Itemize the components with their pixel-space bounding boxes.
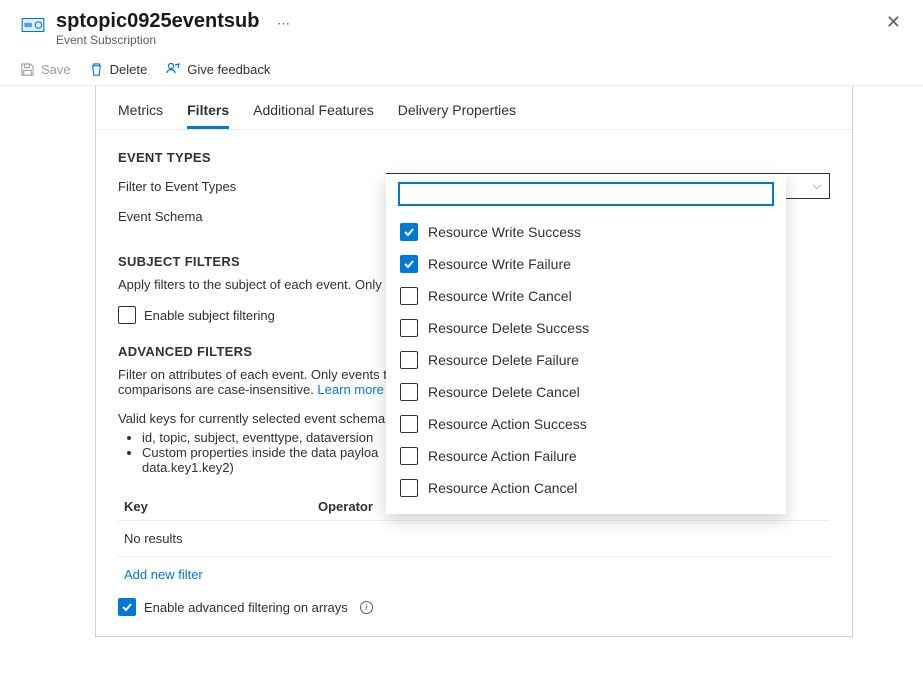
dropdown-option-checkbox[interactable] bbox=[400, 223, 418, 241]
feedback-icon bbox=[165, 61, 181, 77]
tab-filters[interactable]: Filters bbox=[187, 96, 229, 129]
dropdown-option-checkbox[interactable] bbox=[400, 287, 418, 305]
dropdown-option[interactable]: Resource Action Success bbox=[398, 408, 774, 440]
enable-subject-filtering-label: Enable subject filtering bbox=[144, 308, 275, 323]
dropdown-option[interactable]: Resource Delete Cancel bbox=[398, 376, 774, 408]
more-icon[interactable]: ⋯ bbox=[277, 16, 291, 31]
tab-additional-features[interactable]: Additional Features bbox=[253, 96, 374, 129]
dropdown-option-label: Resource Write Success bbox=[428, 224, 581, 240]
dropdown-option-label: Resource Action Success bbox=[428, 416, 587, 432]
event-schema-label: Event Schema bbox=[118, 209, 386, 224]
col-key: Key bbox=[118, 499, 318, 514]
dropdown-option[interactable]: Resource Delete Success bbox=[398, 312, 774, 344]
dropdown-option-label: Resource Write Failure bbox=[428, 256, 571, 272]
tab-delivery-properties[interactable]: Delivery Properties bbox=[398, 96, 516, 129]
dropdown-option-label: Resource Delete Failure bbox=[428, 352, 579, 368]
dropdown-option[interactable]: Resource Write Success bbox=[398, 216, 774, 248]
filter-to-event-types-label: Filter to Event Types bbox=[118, 179, 386, 194]
dropdown-option-label: Resource Delete Cancel bbox=[428, 384, 580, 400]
dropdown-option-label: Resource Write Cancel bbox=[428, 288, 572, 304]
chevron-down-icon: ⌵ bbox=[813, 180, 821, 193]
enable-advanced-arrays-row[interactable]: Enable advanced filtering on arrays i bbox=[118, 598, 830, 616]
dropdown-option[interactable]: Resource Write Cancel bbox=[398, 280, 774, 312]
dropdown-option-checkbox[interactable] bbox=[400, 383, 418, 401]
close-icon[interactable]: ✕ bbox=[884, 10, 903, 35]
page-subtitle: Event Subscription bbox=[56, 33, 884, 47]
delete-icon bbox=[89, 62, 104, 77]
dropdown-option[interactable]: Resource Action Cancel bbox=[398, 472, 774, 504]
feedback-button[interactable]: Give feedback bbox=[165, 59, 270, 79]
dropdown-option[interactable]: Resource Delete Failure bbox=[398, 344, 774, 376]
main-panel: Metrics Filters Additional Features Deli… bbox=[95, 86, 853, 637]
add-new-filter-link[interactable]: Add new filter bbox=[118, 557, 209, 598]
page-header: sptopic0925eventsub ⋯ Event Subscription… bbox=[0, 0, 923, 51]
filter-grid-empty: No results bbox=[118, 521, 830, 557]
dropdown-option-label: Resource Action Failure bbox=[428, 448, 577, 464]
delete-button[interactable]: Delete bbox=[89, 60, 148, 79]
enable-advanced-arrays-label: Enable advanced filtering on arrays bbox=[144, 600, 348, 615]
tab-metrics[interactable]: Metrics bbox=[118, 96, 163, 129]
enable-subject-filtering-checkbox[interactable] bbox=[118, 306, 136, 324]
resource-icon bbox=[20, 12, 46, 38]
save-button: Save bbox=[20, 60, 71, 79]
dropdown-option-checkbox[interactable] bbox=[400, 255, 418, 273]
tab-bar: Metrics Filters Additional Features Deli… bbox=[96, 86, 852, 130]
command-bar: Save Delete Give feedback bbox=[0, 51, 923, 86]
dropdown-option-checkbox[interactable] bbox=[400, 319, 418, 337]
info-icon[interactable]: i bbox=[360, 601, 373, 614]
dropdown-option[interactable]: Resource Write Failure bbox=[398, 248, 774, 280]
dropdown-option-checkbox[interactable] bbox=[400, 447, 418, 465]
dropdown-option-label: Resource Delete Success bbox=[428, 320, 589, 336]
event-types-dropdown-panel: Resource Write Success Resource Write Fai… bbox=[386, 174, 786, 514]
dropdown-option-checkbox[interactable] bbox=[400, 351, 418, 369]
learn-more-link[interactable]: Learn more bbox=[317, 382, 383, 397]
save-icon bbox=[20, 62, 35, 77]
dropdown-search-input[interactable] bbox=[398, 182, 774, 206]
dropdown-option-label: Resource Action Cancel bbox=[428, 480, 577, 496]
dropdown-option[interactable]: Resource Action Failure bbox=[398, 440, 774, 472]
enable-advanced-arrays-checkbox[interactable] bbox=[118, 598, 136, 616]
page-title: sptopic0925eventsub bbox=[56, 10, 259, 32]
dropdown-option-checkbox[interactable] bbox=[400, 415, 418, 433]
event-types-heading: EVENT TYPES bbox=[118, 150, 830, 165]
dropdown-option-checkbox[interactable] bbox=[400, 479, 418, 497]
